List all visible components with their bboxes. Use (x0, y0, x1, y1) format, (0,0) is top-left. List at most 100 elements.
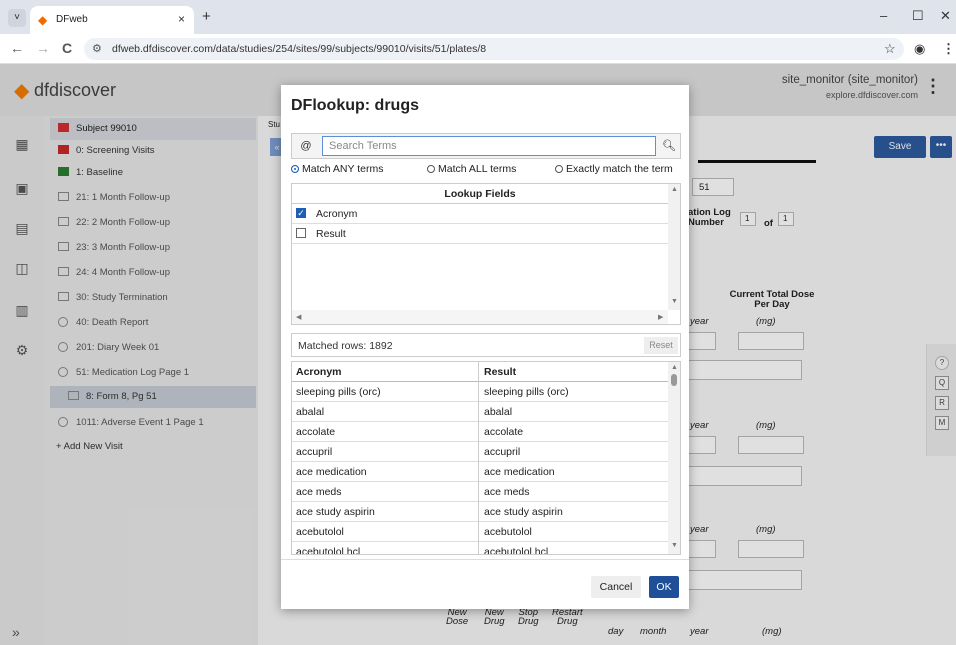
table-row[interactable]: accolate accolate (292, 422, 668, 442)
scroll-down-icon[interactable]: ▼ (671, 298, 678, 305)
col-separator (478, 482, 479, 502)
forward-button[interactable]: → (36, 40, 50, 56)
url-text: dfweb.dfdiscover.com/data/studies/254/si… (112, 43, 487, 55)
col-separator (478, 462, 479, 482)
lookup-fields-header: Lookup Fields (292, 184, 668, 204)
url-field[interactable]: ⚙ dfweb.dfdiscover.com/data/studies/254/… (84, 38, 904, 60)
cell-result: ace medication (484, 466, 555, 478)
search-input[interactable] (322, 136, 656, 156)
fields-vscrollbar[interactable]: ▲ ▼ (668, 184, 680, 310)
field-search-button[interactable]: @ (292, 134, 320, 158)
field-label: Result (316, 228, 346, 240)
tab-search-button[interactable]: ˅ (8, 9, 26, 27)
matched-rows-count: Matched rows: 1892 (298, 340, 393, 352)
cell-result: ace meds (484, 486, 530, 498)
matched-bar: Matched rows: 1892 Reset (291, 333, 681, 357)
col-separator (478, 442, 479, 462)
search-bar: @ 🔍︎ (291, 133, 681, 159)
cancel-button[interactable]: Cancel (591, 576, 641, 598)
cell-result: abalal (484, 406, 513, 418)
cell-acronym: acebutolol (296, 526, 344, 538)
col-separator (478, 362, 479, 382)
radio-label: Match ANY terms (302, 163, 384, 175)
cell-result: sleeping pills (orc) (484, 386, 569, 398)
table-row[interactable]: sleeping pills (orc) sleeping pills (orc) (292, 382, 668, 402)
reload-button[interactable]: C (62, 40, 72, 56)
cell-acronym: abalal (296, 406, 325, 418)
col-separator (478, 422, 479, 442)
col-separator (478, 542, 479, 554)
reset-button[interactable]: Reset (644, 337, 678, 354)
table-row[interactable]: acebutolol hcl acebutolol hcl (292, 542, 668, 555)
col-acronym[interactable]: Acronym (296, 366, 342, 378)
new-tab-button[interactable]: + (202, 8, 211, 25)
radio-empty-icon (427, 165, 435, 173)
tab-close-icon[interactable]: × (178, 12, 185, 26)
field-label: Acronym (316, 208, 358, 220)
cell-acronym: ace study aspirin (296, 506, 375, 518)
profile-icon[interactable]: ◉ (914, 41, 925, 57)
dfweb-favicon-icon: ◆ (38, 13, 48, 27)
scroll-thumb[interactable] (671, 374, 677, 386)
cell-result: accolate (484, 426, 524, 438)
table-row[interactable]: ace medication ace medication (292, 462, 668, 482)
radio-label: Exactly match the term (566, 163, 673, 175)
tab-title: DFweb (56, 14, 88, 25)
results-header: Acronym Result (292, 362, 668, 382)
col-result[interactable]: Result (484, 366, 516, 378)
scroll-up-icon[interactable]: ▲ (671, 364, 678, 371)
radio-match-any[interactable]: Match ANY terms (291, 163, 384, 175)
cell-result: ace study aspirin (484, 506, 563, 518)
col-separator (478, 382, 479, 402)
search-icon[interactable]: 🔍︎ (658, 136, 680, 156)
cell-result: accupril (484, 446, 521, 458)
field-row-result[interactable]: Result (292, 224, 668, 244)
minimize-button[interactable]: – (880, 8, 887, 23)
scroll-down-icon[interactable]: ▼ (671, 542, 678, 549)
radio-selected-icon (291, 165, 299, 173)
lookup-dialog: DFlookup: drugs @ 🔍︎ Match ANY terms Mat… (281, 85, 689, 609)
results-vscrollbar[interactable]: ▲ ▼ (668, 362, 680, 554)
browser-tab-bar: ˅ ◆ DFweb × + – ☐ ✕ (0, 0, 956, 34)
scroll-right-icon[interactable]: ▶ (658, 313, 663, 321)
scroll-left-icon[interactable]: ◀ (296, 313, 301, 321)
col-separator (478, 522, 479, 542)
col-separator (478, 502, 479, 522)
back-button[interactable]: ← (10, 40, 24, 56)
maximize-button[interactable]: ☐ (912, 8, 924, 24)
field-row-acronym[interactable]: ✓ Acronym (292, 204, 668, 224)
dialog-title: DFlookup: drugs (291, 97, 419, 114)
cell-acronym: accolate (296, 426, 336, 438)
checkbox-checked-icon[interactable]: ✓ (296, 208, 306, 218)
table-row[interactable]: acebutolol acebutolol (292, 522, 668, 542)
fields-hscrollbar[interactable]: ◀ ▶ (292, 310, 668, 324)
radio-match-all[interactable]: Match ALL terms (427, 163, 516, 175)
checkbox-empty-icon[interactable] (296, 228, 306, 238)
browser-menu-icon[interactable]: ⋮ (942, 41, 955, 57)
cell-acronym: ace medication (296, 466, 367, 478)
ok-button[interactable]: OK (649, 576, 679, 598)
site-settings-icon[interactable]: ⚙ (92, 42, 102, 55)
cell-result: acebutolol hcl (484, 546, 549, 555)
radio-exact-match[interactable]: Exactly match the term (555, 163, 673, 175)
match-mode-radios: Match ANY terms Match ALL terms Exactly … (291, 163, 687, 179)
cell-acronym: accupril (296, 446, 333, 458)
table-row[interactable]: abalal abalal (292, 402, 668, 422)
dialog-footer: Cancel OK (281, 559, 689, 609)
lookup-fields-panel: Lookup Fields ✓ Acronym Result ▲ ▼ ◀ ▶ (291, 183, 681, 325)
cell-acronym: acebutolol hcl (296, 546, 361, 555)
results-table: Acronym Result sleeping pills (orc) sleep… (291, 361, 681, 555)
col-separator (478, 402, 479, 422)
radio-empty-icon (555, 165, 563, 173)
browser-tab[interactable]: ◆ DFweb × (30, 6, 194, 34)
window-close-button[interactable]: ✕ (940, 8, 951, 24)
address-bar: ← → C ⚙ dfweb.dfdiscover.com/data/studie… (0, 34, 956, 64)
table-row[interactable]: ace meds ace meds (292, 482, 668, 502)
table-row[interactable]: ace study aspirin ace study aspirin (292, 502, 668, 522)
cell-acronym: ace meds (296, 486, 342, 498)
cell-result: acebutolol (484, 526, 532, 538)
table-row[interactable]: accupril accupril (292, 442, 668, 462)
radio-label: Match ALL terms (438, 163, 517, 175)
bookmark-star-icon[interactable]: ☆ (884, 41, 896, 57)
scroll-up-icon[interactable]: ▲ (671, 186, 678, 193)
